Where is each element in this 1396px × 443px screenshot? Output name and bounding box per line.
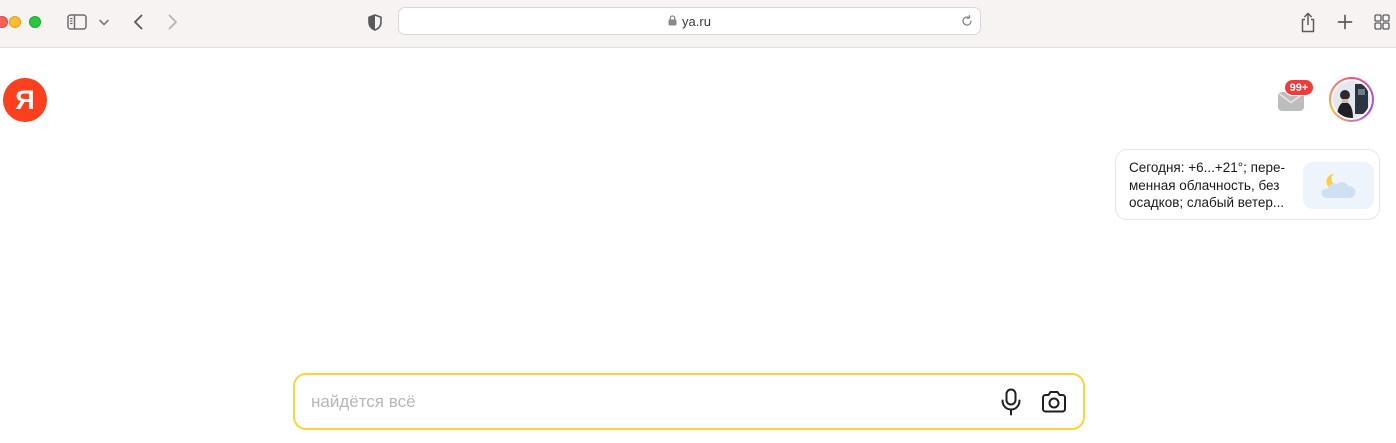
mail-button[interactable]: 99+	[1276, 79, 1314, 111]
sidebar-icon[interactable]	[66, 12, 88, 32]
weather-line: Сегодня: +6...+21°; пере-	[1129, 160, 1286, 175]
microphone-icon[interactable]	[998, 387, 1024, 417]
minimize-window-button[interactable]	[9, 16, 21, 28]
weather-summary: Сегодня: +6...+21°; пере- менная облачно…	[1129, 159, 1299, 212]
yandex-logo[interactable]: Я	[3, 78, 47, 122]
avatar-photo	[1333, 81, 1370, 118]
chevron-down-icon[interactable]	[98, 15, 110, 29]
plus-icon[interactable]	[1335, 12, 1355, 32]
address-bar[interactable]: ya.ru	[398, 7, 981, 35]
zoom-window-button[interactable]	[29, 16, 41, 28]
camera-search-icon[interactable]	[1039, 388, 1069, 416]
weather-card[interactable]: Сегодня: +6...+21°; пере- менная облачно…	[1115, 149, 1380, 220]
shield-icon[interactable]	[366, 12, 384, 32]
reload-icon[interactable]	[960, 14, 974, 28]
browser-toolbar: ya.ru	[0, 0, 1396, 48]
weather-line: менная облачность, без	[1129, 177, 1280, 193]
close-window-button[interactable]	[0, 16, 8, 28]
chevron-left-icon[interactable]	[130, 12, 146, 32]
avatar[interactable]	[1329, 77, 1374, 122]
chevron-right-icon[interactable]	[165, 12, 181, 32]
share-icon[interactable]	[1298, 10, 1318, 34]
logo-letter: Я	[15, 84, 35, 115]
search-input[interactable]	[311, 389, 991, 415]
url-text: ya.ru	[682, 13, 711, 29]
grid-icon[interactable]	[1372, 12, 1392, 32]
mail-unread-badge: 99+	[1284, 79, 1314, 96]
lock-icon	[668, 14, 677, 29]
moon-cloud-icon	[1303, 162, 1374, 209]
weather-line: осадков; слабый ветер...	[1129, 195, 1285, 210]
search-box	[293, 373, 1085, 430]
